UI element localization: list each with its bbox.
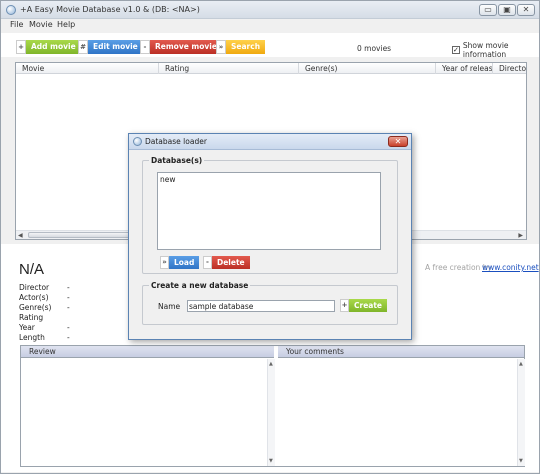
review-header: Review — [21, 346, 274, 358]
database-item[interactable]: new — [160, 175, 176, 184]
director-label: Director — [19, 283, 50, 292]
dialog-title-bar[interactable]: Database loader ✕ — [129, 134, 411, 150]
rating-label: Rating — [19, 313, 44, 322]
window-title: +A Easy Movie Database v1.0 & (DB: <NA>) — [20, 5, 200, 14]
load-label: Load — [169, 256, 200, 269]
column-director[interactable]: Director — [493, 63, 526, 74]
create-legend: Create a new database — [149, 281, 251, 290]
dialog-app-icon — [133, 137, 142, 146]
genres-label: Genre(s) — [19, 303, 52, 312]
delete-button[interactable]: - Delete — [203, 256, 250, 269]
minus-icon: - — [140, 40, 150, 54]
double-chevron-icon: » — [216, 40, 226, 54]
databases-legend: Database(s) — [149, 156, 205, 165]
database-name-input[interactable] — [187, 300, 335, 312]
show-info-toggle[interactable]: ✓ Show movie information — [452, 41, 539, 59]
database-loader-dialog: Database loader ✕ Database(s) new » Load… — [128, 133, 412, 340]
edit-movie-label: Edit movie — [88, 40, 143, 54]
menu-movie[interactable]: Movie — [29, 20, 53, 29]
close-window-button[interactable]: ✕ — [517, 4, 535, 16]
year-label: Year — [19, 323, 35, 332]
credit-link[interactable]: www.conity.net — [482, 263, 539, 272]
actors-value: - — [67, 293, 70, 302]
show-info-label: Show movie information — [462, 41, 509, 59]
menu-file[interactable]: File — [10, 20, 23, 29]
dialog-close-button[interactable]: ✕ — [388, 136, 408, 147]
create-button[interactable]: + Create — [340, 299, 388, 312]
scroll-right-icon[interactable]: ▶ — [518, 231, 523, 239]
movie-title: N/A — [19, 261, 45, 278]
column-genres[interactable]: Genre(s) — [299, 63, 436, 74]
search-button[interactable]: » Search — [216, 40, 266, 54]
app-icon — [6, 5, 16, 15]
load-button[interactable]: » Load — [160, 256, 200, 269]
scroll-down-icon[interactable]: ▼ — [519, 458, 523, 464]
actors-label: Actor(s) — [19, 293, 49, 302]
scroll-up-icon[interactable]: ▲ — [519, 361, 523, 367]
menu-help[interactable]: Help — [57, 20, 75, 29]
scroll-down-icon[interactable]: ▼ — [269, 458, 273, 464]
director-value: - — [67, 283, 70, 292]
name-label: Name — [158, 302, 181, 311]
year-value: - — [67, 323, 70, 332]
comments-header: Your comments — [278, 346, 524, 358]
remove-movie-label: Remove movie — [150, 40, 222, 54]
delete-label: Delete — [212, 256, 250, 269]
comments-textarea[interactable] — [279, 359, 517, 466]
edit-movie-button[interactable]: # Edit movie — [78, 40, 143, 54]
review-panel: Review Your comments ▲ ▼ ▲ ▼ — [20, 345, 525, 467]
double-chevron-icon: » — [160, 256, 169, 269]
comments-scrollbar[interactable]: ▲ ▼ — [517, 359, 525, 466]
movie-list-header: Movie Rating Genre(s) Year of release Di… — [16, 63, 526, 74]
column-movie[interactable]: Movie — [16, 63, 159, 74]
genres-value: - — [67, 303, 70, 312]
add-movie-button[interactable]: + Add movie — [16, 40, 81, 54]
plus-icon: + — [16, 40, 26, 54]
minus-icon: - — [203, 256, 212, 269]
minimize-button[interactable]: ▭ — [479, 4, 497, 16]
length-label: Length — [19, 333, 45, 342]
hash-icon: # — [78, 40, 88, 54]
plus-icon: + — [340, 299, 349, 312]
dialog-title: Database loader — [145, 137, 207, 146]
column-rating[interactable]: Rating — [159, 63, 299, 74]
scroll-up-icon[interactable]: ▲ — [269, 361, 273, 367]
add-movie-label: Add movie — [26, 40, 81, 54]
title-bar[interactable]: +A Easy Movie Database v1.0 & (DB: <NA>)… — [1, 1, 539, 19]
column-year[interactable]: Year of release — [436, 63, 493, 74]
review-scrollbar[interactable]: ▲ ▼ — [267, 359, 275, 466]
toolbar: + Add movie # Edit movie - Remove movie … — [1, 33, 539, 59]
remove-movie-button[interactable]: - Remove movie — [140, 40, 222, 54]
database-list[interactable]: new — [157, 172, 381, 250]
review-textarea[interactable] — [21, 359, 267, 466]
show-info-checkbox[interactable]: ✓ — [452, 46, 460, 54]
length-value: - — [67, 333, 70, 342]
search-label: Search — [226, 40, 266, 54]
create-label: Create — [349, 299, 388, 312]
movie-count: 0 movies — [357, 44, 392, 53]
maximize-button[interactable]: ▣ — [498, 4, 516, 16]
menu-bar: File Movie Help — [1, 19, 539, 31]
scroll-left-icon[interactable]: ◀ — [18, 231, 23, 239]
